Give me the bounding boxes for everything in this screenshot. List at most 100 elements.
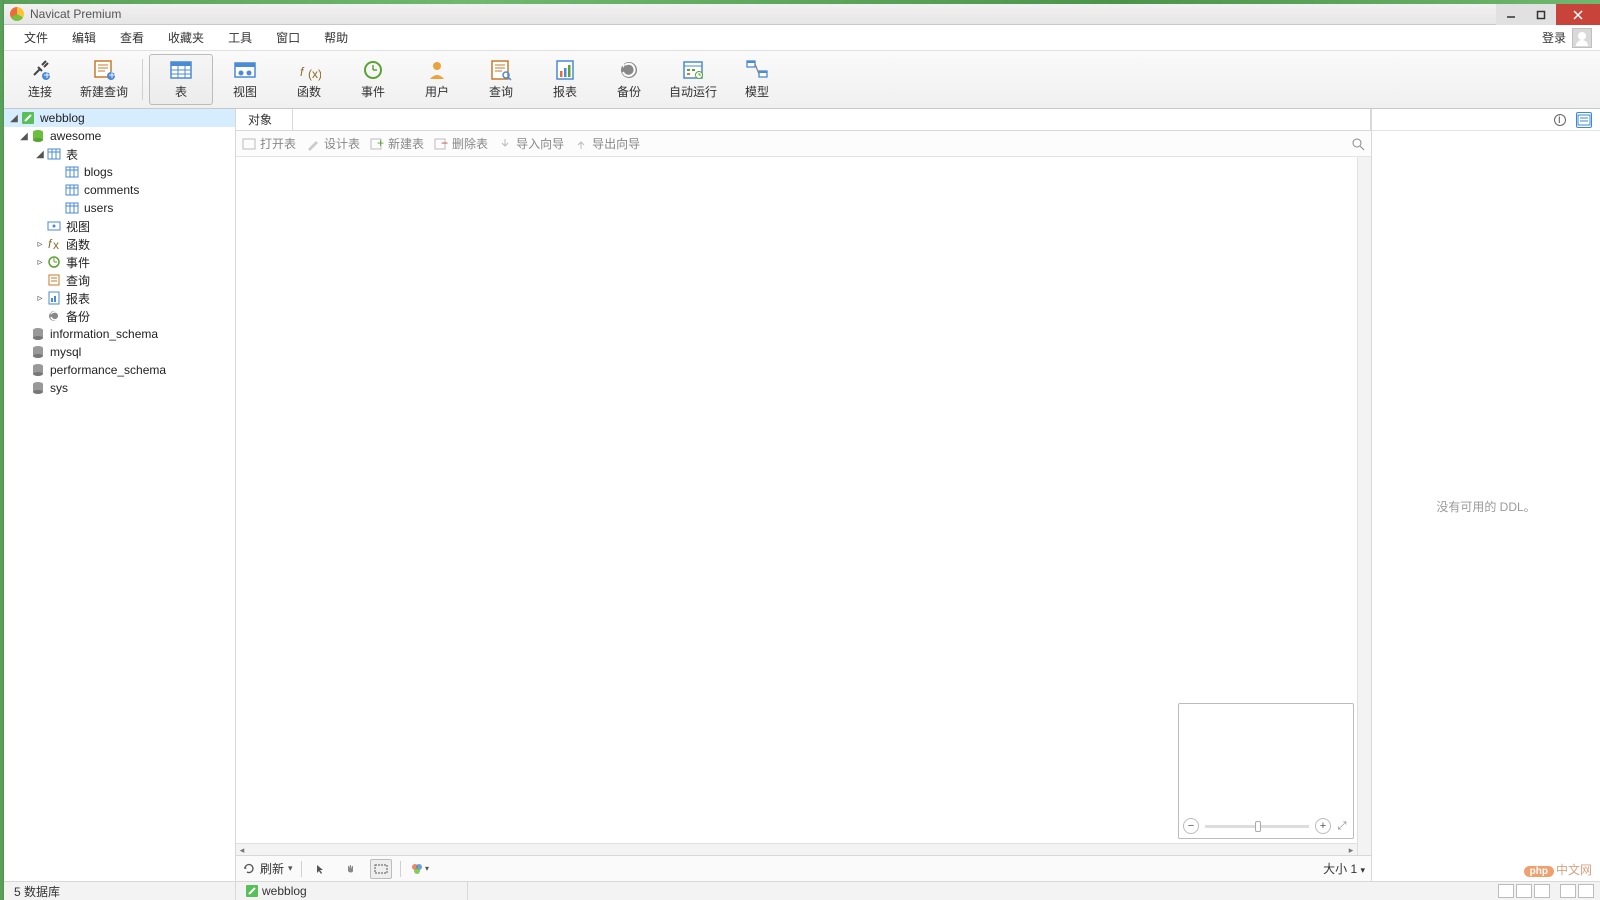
statusbar: 5 数据库 webblog bbox=[4, 881, 1600, 900]
tree-views[interactable]: ▹ 视图 bbox=[4, 217, 235, 235]
refresh-icon bbox=[242, 862, 256, 876]
tree-backups[interactable]: ▹ 备份 bbox=[4, 307, 235, 325]
tree-table-comments[interactable]: ▹ comments bbox=[4, 181, 235, 199]
tree-db-info-schema[interactable]: ▹ information_schema bbox=[4, 325, 235, 343]
table-group-icon bbox=[46, 146, 62, 162]
menu-edit[interactable]: 编辑 bbox=[60, 25, 108, 50]
tree-table-blogs[interactable]: ▹ blogs bbox=[4, 163, 235, 181]
zoom-thumb[interactable] bbox=[1255, 821, 1261, 832]
view-list-button[interactable] bbox=[1516, 884, 1532, 898]
status-count: 5 数据库 bbox=[4, 882, 236, 900]
menu-view[interactable]: 查看 bbox=[108, 25, 156, 50]
tabstrip: 对象 bbox=[236, 109, 1371, 131]
toolbar-model-label: 模型 bbox=[745, 83, 769, 100]
vertical-scrollbar[interactable] bbox=[1357, 157, 1371, 855]
import-wizard-button[interactable]: 导入向导 bbox=[498, 135, 564, 152]
color-mode-button[interactable]: ▾ bbox=[409, 859, 431, 879]
toolbar: +连接+新建查询表视图f(x)函数事件 用户查询报表备份自动运行模型 bbox=[4, 51, 1600, 109]
tree-database[interactable]: ◢ awesome bbox=[4, 127, 235, 145]
svg-text:f: f bbox=[300, 65, 305, 79]
svg-text:i: i bbox=[1558, 113, 1561, 126]
scroll-right-icon[interactable]: ▸ bbox=[1345, 844, 1357, 855]
pointer-mode-button[interactable] bbox=[310, 859, 332, 879]
design-table-button[interactable]: 设计表 bbox=[306, 135, 360, 152]
menubar: 文件 编辑 查看 收藏夹 工具 窗口 帮助 登录 bbox=[4, 25, 1600, 51]
toolbar-query-button[interactable]: 查询 bbox=[469, 54, 533, 105]
open-table-button[interactable]: 打开表 bbox=[242, 135, 296, 152]
maximize-button[interactable] bbox=[1526, 4, 1556, 25]
delete-icon: − bbox=[434, 137, 448, 151]
toolbar-report-button[interactable]: 报表 bbox=[533, 54, 597, 105]
breadcrumb-bar[interactable] bbox=[293, 109, 1371, 130]
zoom-in-button[interactable]: + bbox=[1315, 818, 1331, 834]
tree-connection[interactable]: ◢ webblog bbox=[4, 109, 235, 127]
toolbar-function-button[interactable]: f(x)函数 bbox=[277, 54, 341, 105]
panel-right-button[interactable] bbox=[1578, 884, 1594, 898]
refresh-button[interactable]: 刷新 ▾ bbox=[242, 860, 293, 877]
avatar-icon[interactable] bbox=[1572, 28, 1592, 48]
size-label[interactable]: 大小 1 ▾ bbox=[1323, 860, 1365, 877]
minimap[interactable]: − + ⤢ bbox=[1178, 703, 1354, 839]
new-table-button[interactable]: +新建表 bbox=[370, 135, 424, 152]
query-icon bbox=[46, 272, 62, 288]
toolbar-new-query-button[interactable]: +新建查询 bbox=[72, 54, 136, 105]
tree-functions[interactable]: ▹ fx 函数 bbox=[4, 235, 235, 253]
toolbar-connect-button[interactable]: +连接 bbox=[8, 54, 72, 105]
scroll-left-icon[interactable]: ◂ bbox=[236, 844, 248, 855]
horizontal-scrollbar[interactable]: ◂ ▸ bbox=[236, 843, 1357, 855]
tree-db-sys[interactable]: ▹ sys bbox=[4, 379, 235, 397]
menu-favorites[interactable]: 收藏夹 bbox=[156, 25, 216, 50]
toolbar-automation-button[interactable]: 自动运行 bbox=[661, 54, 725, 105]
menu-file[interactable]: 文件 bbox=[12, 25, 60, 50]
info-general-tab[interactable]: i bbox=[1552, 112, 1568, 128]
status-path-label: webblog bbox=[262, 884, 307, 898]
delete-table-button[interactable]: −删除表 bbox=[434, 135, 488, 152]
tree-db-label: mysql bbox=[50, 345, 81, 359]
view-icon bbox=[46, 218, 62, 234]
tree-events[interactable]: ▹ 事件 bbox=[4, 253, 235, 271]
minimize-button[interactable] bbox=[1496, 4, 1526, 25]
toolbar-model-button[interactable]: 模型 bbox=[725, 54, 789, 105]
panel-left-button[interactable] bbox=[1560, 884, 1576, 898]
zoom-slider[interactable] bbox=[1205, 825, 1309, 828]
toolbar-new-query-label: 新建查询 bbox=[80, 83, 128, 100]
info-ddl-tab[interactable] bbox=[1576, 112, 1592, 128]
tab-objects[interactable]: 对象 bbox=[236, 109, 293, 130]
tree-db-perf-schema[interactable]: ▹ performance_schema bbox=[4, 361, 235, 379]
toolbar-backup-button[interactable]: 备份 bbox=[597, 54, 661, 105]
toolbar-view-button[interactable]: 视图 bbox=[213, 54, 277, 105]
menu-help[interactable]: 帮助 bbox=[312, 25, 360, 50]
view-detail-button[interactable] bbox=[1534, 884, 1550, 898]
close-button[interactable] bbox=[1556, 4, 1600, 25]
menu-window[interactable]: 窗口 bbox=[264, 25, 312, 50]
login-link[interactable]: 登录 bbox=[1542, 29, 1572, 46]
refresh-label: 刷新 bbox=[260, 860, 284, 877]
minimap-expand-icon[interactable]: ⤢ bbox=[1335, 819, 1349, 833]
toolbar-event-button[interactable]: 事件 bbox=[341, 54, 405, 105]
tree-queries[interactable]: ▹ 查询 bbox=[4, 271, 235, 289]
tree-reports[interactable]: ▹ 报表 bbox=[4, 289, 235, 307]
tree-database-label: awesome bbox=[50, 129, 101, 143]
svg-text:+: + bbox=[377, 137, 384, 150]
toolbar-event-label: 事件 bbox=[361, 83, 385, 100]
tree-db-mysql[interactable]: ▹ mysql bbox=[4, 343, 235, 361]
select-mode-button[interactable] bbox=[370, 859, 392, 879]
hand-mode-button[interactable] bbox=[340, 859, 362, 879]
toolbar-table-button[interactable]: 表 bbox=[149, 54, 213, 105]
tree-tables-group[interactable]: ◢ 表 bbox=[4, 145, 235, 163]
zoom-out-button[interactable]: − bbox=[1183, 818, 1199, 834]
table-icon bbox=[64, 200, 80, 216]
info-pane: i 没有可用的 DDL。 bbox=[1372, 109, 1600, 881]
new-icon: + bbox=[370, 137, 384, 151]
tree-table-users[interactable]: ▹ users bbox=[4, 199, 235, 217]
schedule-icon bbox=[681, 59, 705, 81]
view-grid-button[interactable] bbox=[1498, 884, 1514, 898]
export-wizard-button[interactable]: 导出向导 bbox=[574, 135, 640, 152]
tree-functions-label: 函数 bbox=[66, 236, 90, 253]
menu-tools[interactable]: 工具 bbox=[216, 25, 264, 50]
connection-icon bbox=[246, 885, 258, 897]
refresh-dropdown-icon[interactable]: ▾ bbox=[288, 863, 293, 874]
search-button[interactable] bbox=[1351, 137, 1365, 151]
toolbar-user-button[interactable]: 用户 bbox=[405, 54, 469, 105]
table-icon bbox=[64, 182, 80, 198]
